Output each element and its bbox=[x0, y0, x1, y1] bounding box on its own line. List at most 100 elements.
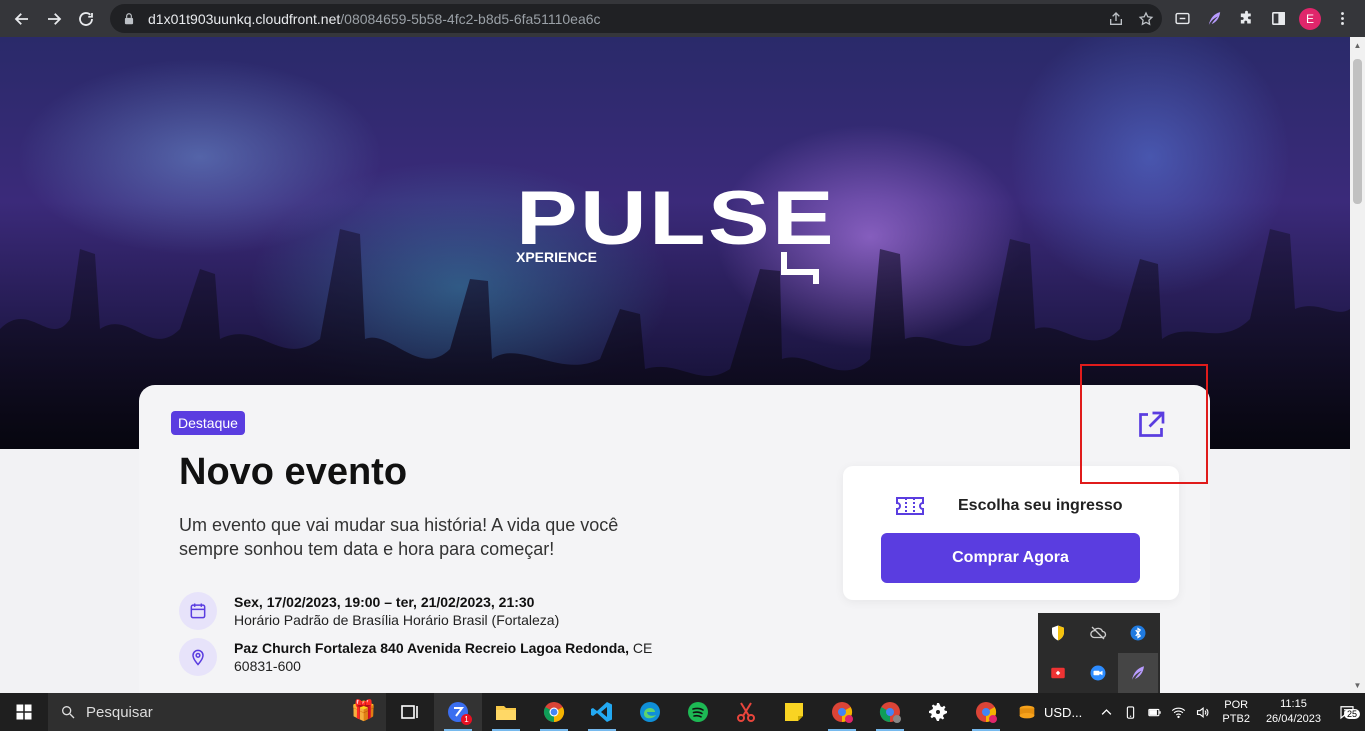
taskbar-sticky-notes[interactable] bbox=[770, 693, 818, 731]
tray-zoom-item[interactable] bbox=[1078, 653, 1118, 693]
kebab-menu-icon bbox=[1340, 12, 1344, 25]
scroll-down-arrow-icon[interactable]: ▼ bbox=[1353, 681, 1362, 690]
calendar-icon bbox=[179, 592, 217, 630]
ticket-panel: Escolha seu ingresso Comprar Agora bbox=[843, 466, 1179, 600]
url-host: d1x01t903uunkq.cloudfront.net bbox=[148, 10, 341, 27]
spotify-icon bbox=[688, 702, 708, 722]
notification-count-badge: 25 bbox=[1343, 709, 1360, 719]
chat-unread-badge: 1 bbox=[461, 714, 472, 725]
event-date: Sex, 17/02/2023, 19:00 – ter, 21/02/2023… bbox=[234, 594, 535, 610]
address-bar[interactable]: d1x01t903uunkq.cloudfront.net/08084659-5… bbox=[110, 4, 1162, 33]
event-location-state: CE bbox=[628, 640, 653, 656]
bluetooth-icon bbox=[1130, 625, 1146, 641]
event-timezone: Horário Padrão de Brasília Horário Brasi… bbox=[234, 612, 560, 628]
taskbar-settings[interactable] bbox=[914, 693, 962, 731]
taskbar-vscode[interactable] bbox=[578, 693, 626, 731]
tray-feather-item[interactable] bbox=[1118, 653, 1158, 693]
gear-icon bbox=[929, 703, 947, 721]
event-location-row: Paz Church Fortaleza 840 Avenida Recreio… bbox=[179, 638, 652, 676]
taskbar-snipping-tool[interactable] bbox=[722, 693, 770, 731]
start-button[interactable] bbox=[0, 693, 48, 731]
tab-search-button[interactable] bbox=[1171, 8, 1193, 30]
anydesk-icon bbox=[1051, 667, 1065, 679]
lock-icon bbox=[124, 12, 134, 24]
event-location: Paz Church Fortaleza 840 Avenida Recreio… bbox=[234, 640, 629, 656]
taskbar-chrome-profile-3[interactable] bbox=[962, 693, 1010, 731]
tray-network[interactable] bbox=[1166, 705, 1190, 720]
arrow-left-icon bbox=[14, 12, 28, 25]
side-panel-button[interactable] bbox=[1267, 8, 1289, 30]
forward-button[interactable] bbox=[38, 3, 70, 35]
clock-time: 11:15 bbox=[1280, 698, 1307, 710]
tray-volume[interactable] bbox=[1190, 705, 1214, 720]
reload-button[interactable] bbox=[70, 3, 102, 35]
windows-logo-icon bbox=[16, 704, 32, 720]
search-placeholder: Pesquisar bbox=[86, 703, 153, 721]
browser-menu-button[interactable] bbox=[1331, 8, 1353, 30]
tray-bluetooth-item[interactable] bbox=[1118, 613, 1158, 653]
chrome-profile-icon bbox=[976, 702, 997, 723]
highlight-annotation bbox=[1080, 364, 1208, 484]
windows-taskbar: Pesquisar 🎁 1 USD... POR PTB2 11:15 26/0… bbox=[0, 693, 1365, 731]
chevron-up-icon bbox=[1101, 708, 1112, 715]
search-icon bbox=[62, 706, 75, 719]
task-view-button[interactable] bbox=[386, 693, 434, 731]
ticket-icon bbox=[896, 497, 924, 515]
taskbar-chrome-profile-1[interactable] bbox=[818, 693, 866, 731]
phone-link-icon bbox=[1126, 705, 1135, 719]
extensions-button[interactable] bbox=[1235, 8, 1257, 30]
taskbar-chat-app[interactable]: 1 bbox=[434, 693, 482, 731]
pulse-xperience-logo: PULSE XPERIENCE bbox=[516, 182, 834, 284]
featured-badge: Destaque bbox=[171, 411, 245, 435]
system-tray: POR PTB2 11:15 26/04/2023 25 bbox=[1094, 693, 1365, 731]
clock[interactable]: 11:15 26/04/2023 bbox=[1266, 697, 1321, 727]
tray-onedrive-item[interactable] bbox=[1078, 613, 1118, 653]
event-title: Novo evento bbox=[179, 451, 408, 493]
tray-security-item[interactable] bbox=[1038, 613, 1078, 653]
shield-warning-icon bbox=[1052, 625, 1064, 641]
buy-now-button[interactable]: Comprar Agora bbox=[881, 533, 1140, 583]
feather-icon bbox=[1208, 12, 1220, 25]
taskbar-spotify[interactable] bbox=[674, 693, 722, 731]
tray-overflow-popup bbox=[1038, 613, 1160, 693]
input-language[interactable]: POR PTB2 bbox=[1222, 698, 1250, 726]
page-scrollbar[interactable]: ▲ ▼ bbox=[1350, 37, 1365, 693]
clock-date: 26/04/2023 bbox=[1265, 713, 1321, 725]
currency-label: USD... bbox=[1044, 704, 1083, 720]
media-icon bbox=[1174, 12, 1190, 25]
battery-icon bbox=[1148, 708, 1161, 716]
share-icon[interactable] bbox=[1108, 11, 1124, 27]
bookmark-star-icon[interactable] bbox=[1138, 10, 1154, 27]
scroll-up-arrow-icon[interactable]: ▲ bbox=[1353, 41, 1362, 50]
taskbar-edge[interactable] bbox=[626, 693, 674, 731]
svg-text:XPERIENCE: XPERIENCE bbox=[516, 249, 597, 265]
task-view-icon bbox=[401, 705, 418, 719]
tray-anydesk-item[interactable] bbox=[1038, 653, 1078, 693]
puzzle-icon bbox=[1240, 10, 1251, 24]
tray-battery[interactable] bbox=[1142, 705, 1166, 720]
wifi-icon bbox=[1171, 707, 1186, 718]
reload-icon bbox=[79, 11, 93, 26]
event-zip: 60831-600 bbox=[234, 658, 301, 674]
edge-icon bbox=[640, 702, 660, 722]
tray-phone-link[interactable] bbox=[1118, 705, 1142, 720]
extension-feather-button[interactable] bbox=[1203, 8, 1225, 30]
taskbar-chrome-profile-2[interactable] bbox=[866, 693, 914, 731]
profile-avatar[interactable]: E bbox=[1299, 7, 1321, 30]
show-hidden-icons-button[interactable] bbox=[1094, 705, 1118, 720]
back-button[interactable] bbox=[6, 3, 38, 35]
chrome-profile-icon bbox=[832, 702, 853, 723]
taskbar-chrome[interactable] bbox=[530, 693, 578, 731]
notification-center-button[interactable]: 25 bbox=[1329, 703, 1365, 721]
scissors-icon bbox=[737, 702, 755, 722]
chrome-icon bbox=[543, 702, 565, 723]
coins-icon bbox=[1019, 705, 1035, 719]
folder-icon bbox=[496, 706, 516, 720]
taskbar-search[interactable]: Pesquisar 🎁 bbox=[48, 693, 386, 731]
map-pin-icon bbox=[179, 638, 217, 676]
currency-widget[interactable]: USD... bbox=[1016, 701, 1082, 723]
scroll-thumb[interactable] bbox=[1353, 59, 1362, 204]
chrome-profile-icon bbox=[879, 702, 901, 723]
taskbar-file-explorer[interactable] bbox=[482, 693, 530, 731]
gift-decoration-icon: 🎁 bbox=[351, 700, 376, 722]
